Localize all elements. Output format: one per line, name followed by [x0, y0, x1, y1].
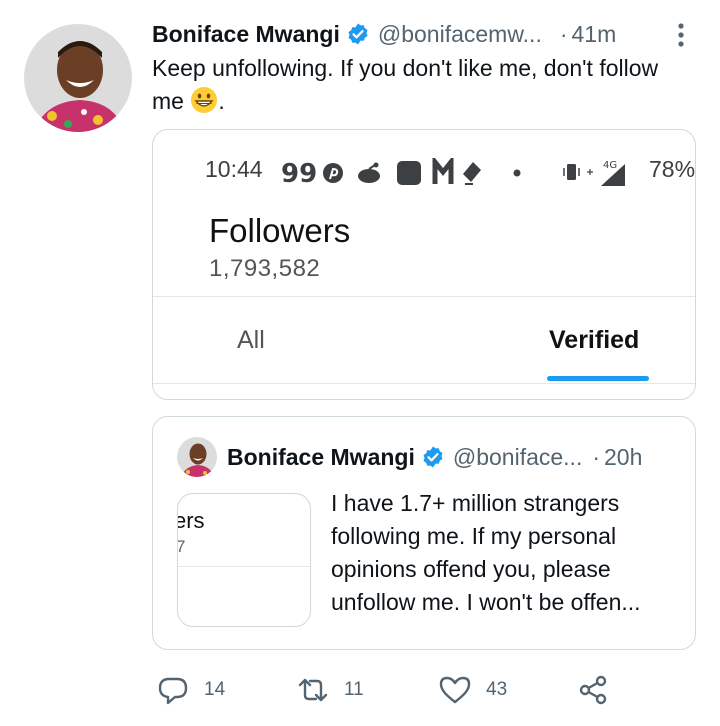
- author-name[interactable]: Boniface Mwangi: [152, 21, 340, 48]
- status-time: 10:44: [205, 156, 263, 182]
- thumb-title-fragment: ers: [177, 508, 205, 533]
- verified-badge-icon: [423, 446, 443, 468]
- header-divider: [153, 296, 695, 297]
- tweet-time[interactable]: 41m: [572, 21, 617, 48]
- battery-level: 78%: [649, 156, 696, 182]
- phone-status-bar: 10:44 99 4G 78%: [153, 154, 696, 190]
- signal-icons: 4G: [563, 160, 625, 186]
- quoted-media-thumbnail[interactable]: ers 7: [177, 493, 311, 627]
- reply-icon: [158, 677, 188, 705]
- retweet-icon: [298, 678, 328, 702]
- tweet-text: Keep unfollowing. If you don't like me, …: [152, 52, 692, 118]
- tab-all[interactable]: All: [237, 326, 265, 355]
- tabs-divider: [153, 383, 695, 384]
- retweet-count: 11: [344, 679, 364, 700]
- verified-badge-icon: [348, 23, 368, 45]
- svg-text:99: 99: [281, 159, 317, 188]
- reply-count: 14: [204, 679, 226, 700]
- retweet-button[interactable]: 11: [296, 672, 364, 708]
- quoted-tweet-header: Boniface Mwangi @boniface... · 20h: [227, 441, 642, 473]
- share-button[interactable]: [576, 672, 610, 708]
- tweet-action-bar: 14 11 43: [152, 672, 696, 708]
- avatar-image: [24, 24, 132, 132]
- separator-dot: ·: [592, 443, 601, 470]
- grinning-face-emoji-icon: [191, 87, 218, 113]
- quoted-tweet-time[interactable]: 20h: [604, 444, 642, 471]
- reply-button[interactable]: 14: [156, 672, 225, 708]
- more-options-icon[interactable]: [671, 22, 691, 48]
- notification-icons: 99: [281, 158, 521, 188]
- followers-title: Followers: [209, 212, 351, 249]
- separator-dot: ·: [559, 20, 568, 47]
- quoted-tweet-text: I have 1.7+ million strangers following …: [331, 490, 641, 615]
- like-count: 43: [486, 679, 508, 700]
- tweet-text-body: Keep unfollowing. If you don't like me, …: [152, 55, 659, 114]
- quoted-author-avatar[interactable]: [177, 437, 217, 477]
- tweet-text-end: .: [218, 88, 225, 114]
- author-avatar[interactable]: [24, 24, 132, 132]
- network-label: 4G: [603, 160, 617, 171]
- quoted-author-handle[interactable]: @boniface...: [453, 444, 582, 471]
- share-icon: [579, 675, 607, 705]
- thumb-count-fragment: 7: [178, 537, 185, 557]
- like-button[interactable]: 43: [438, 672, 507, 708]
- tweet-media-screenshot[interactable]: 10:44 99 4G 78% Followers 1,793,582 All …: [152, 129, 696, 400]
- thumb-divider: [178, 566, 310, 567]
- active-tab-indicator: [547, 376, 649, 381]
- quoted-author-name[interactable]: Boniface Mwangi: [227, 444, 415, 471]
- quoted-avatar-image: [177, 437, 217, 477]
- heart-icon: [439, 676, 471, 704]
- author-handle[interactable]: @bonifacemw...: [378, 21, 542, 48]
- tab-verified[interactable]: Verified: [549, 326, 639, 355]
- followers-count: 1,793,582: [209, 255, 321, 282]
- quoted-tweet[interactable]: Boniface Mwangi @boniface... · 20h ers 7…: [152, 416, 696, 650]
- tweet-header: Boniface Mwangi @bonifacemw... · 41m: [152, 18, 697, 50]
